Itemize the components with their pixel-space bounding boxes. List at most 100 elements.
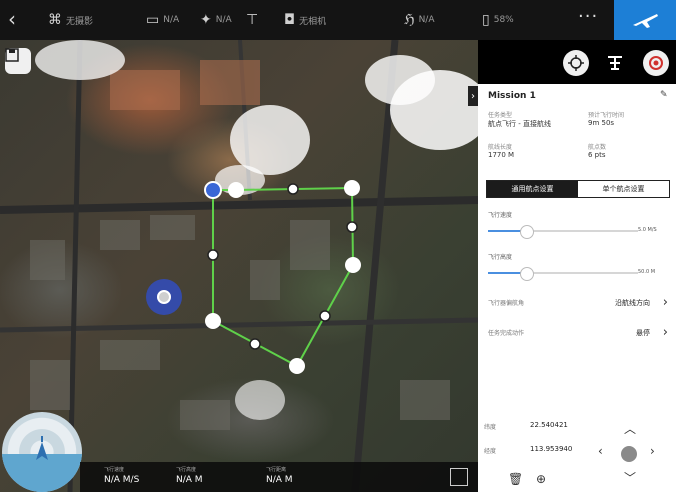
longitude-value: 113.953940 — [530, 445, 573, 453]
speed-value: 5.0 M/S — [638, 227, 657, 233]
phone-battery-status[interactable]: ▯ 58% — [482, 0, 514, 40]
mission-panel: › Mission 1 ✎ 任务类型 航点飞行 - 直接航线 预计飞行时间 9m… — [468, 84, 676, 492]
heading-label: 飞行器偏航角 — [488, 300, 525, 307]
remote-controller-status[interactable]: ⊤ — [246, 0, 258, 40]
camera-label: 无相机 — [299, 16, 327, 27]
route-midpoint — [319, 310, 331, 322]
signal-icon: ℌ — [404, 12, 415, 28]
route-midpoint — [207, 249, 219, 261]
satellite-label: N/A — [215, 15, 232, 25]
waypoint — [289, 358, 305, 374]
finish-action-row[interactable]: 任务完成动作 悬停 › — [488, 325, 670, 342]
telemetry-distance: 飞行距离 N/A M — [266, 466, 293, 485]
add-waypoint-icon[interactable]: ⊕ — [536, 472, 546, 486]
route-midpoint — [249, 338, 261, 350]
trash-icon[interactable]: 🗑 — [508, 472, 523, 486]
waypoint — [344, 180, 360, 196]
flight-mode-label: 无摄影 — [66, 16, 94, 27]
signal-status[interactable]: ℌ N/A — [404, 0, 434, 40]
latitude-label: 纬度 — [484, 424, 497, 431]
target-icon — [649, 56, 663, 70]
altitude-slider-knob[interactable] — [519, 267, 534, 281]
top-status-bar: ‹ ⌘ 无摄影 ▭ N/A ✦ N/A ⊤ ◘ 无相机 ℌ N/A ▯ 58% … — [0, 0, 676, 40]
airplane-icon — [633, 14, 658, 28]
task-type-label: 任务类型 — [488, 112, 513, 119]
waypoints-label: 航点数 — [588, 144, 607, 151]
nudge-up-button[interactable]: ︿ — [624, 420, 636, 437]
selected-waypoint — [204, 181, 222, 199]
remote-controller-icon: ⊤ — [246, 12, 259, 28]
waypoints-info: 航点数 6 pts — [588, 142, 606, 159]
task-type-value: 航点飞行 - 直接航线 — [488, 120, 551, 128]
satellite-icon: ✦ — [200, 12, 212, 28]
speed-telemetry-label: 飞行速度 — [104, 467, 125, 473]
nudge-right-button[interactable]: › — [650, 444, 655, 458]
flight-mode-status[interactable]: ⌘ 无摄影 — [48, 0, 93, 40]
speed-telemetry-value: N/A M/S — [104, 475, 140, 485]
crosshair-icon — [568, 55, 584, 71]
finish-action-value: 悬停 — [636, 329, 650, 337]
battery-status[interactable]: ▭ N/A — [146, 0, 179, 40]
dji-mission-planner: ‹ ⌘ 无摄影 ▭ N/A ✦ N/A ⊤ ◘ 无相机 ℌ N/A ▯ 58% … — [0, 0, 676, 492]
edit-pencil-icon[interactable]: ✎ — [660, 90, 668, 100]
clear-map-button[interactable] — [643, 50, 669, 76]
nudge-down-button[interactable]: ﹀ — [624, 469, 636, 486]
altitude-telemetry-value: N/A M — [176, 475, 203, 485]
route-midpoint — [287, 183, 299, 195]
more-button[interactable]: ··· — [578, 6, 598, 27]
nudge-center-button[interactable] — [621, 446, 637, 462]
drone-icon — [608, 56, 622, 70]
signal-label: N/A — [418, 15, 435, 25]
locate-aircraft-button[interactable] — [563, 50, 589, 76]
chevron-right-icon: › — [471, 90, 475, 102]
heading-value: 沿航线方向 — [615, 299, 650, 307]
collapse-panel-button[interactable]: › — [468, 86, 478, 106]
speed-slider-knob[interactable] — [519, 225, 534, 239]
phone-battery-icon: ▯ — [482, 12, 490, 28]
speed-label: 飞行速度 — [488, 212, 513, 219]
flight-time-value: 9m 50s — [588, 119, 615, 127]
waypoint-settings-tabs: 通用航点设置 单个航点设置 — [486, 180, 670, 198]
battery-label: N/A — [163, 15, 180, 25]
save-mission-button[interactable] — [5, 48, 31, 74]
longitude-label: 经度 — [484, 448, 497, 455]
waypoint — [228, 182, 244, 198]
distance-telemetry-label: 飞行距离 — [266, 467, 287, 473]
finish-action-label: 任务完成动作 — [488, 330, 525, 337]
waypoint — [345, 257, 361, 273]
latitude-value: 22.540421 — [530, 421, 568, 429]
altitude-value: 50.0 M — [638, 269, 656, 275]
route-length-label: 航线长度 — [488, 144, 513, 151]
waypoint — [205, 313, 221, 329]
camera-status[interactable]: ◘ 无相机 — [284, 0, 326, 40]
phone-battery-label: 58% — [493, 15, 514, 25]
satellite-status[interactable]: ✦ N/A — [200, 0, 232, 40]
waypoints-value: 6 pts — [588, 151, 606, 159]
floppy-disk-icon — [5, 48, 19, 62]
fpv-toggle-icon[interactable] — [450, 468, 468, 486]
telemetry-bar: 飞行速度 N/A M/S 飞行高度 N/A M 飞行距离 N/A M — [80, 462, 478, 492]
tab-general-waypoint[interactable]: 通用航点设置 — [487, 181, 578, 197]
home-point-icon — [157, 290, 171, 304]
telemetry-speed: 飞行速度 N/A M/S — [104, 466, 139, 485]
battery-icon: ▭ — [146, 12, 160, 28]
takeoff-button[interactable] — [614, 0, 676, 40]
chevron-right-icon: › — [662, 325, 668, 340]
speed-slider[interactable] — [488, 225, 638, 239]
chevron-right-icon: › — [662, 295, 668, 310]
route-length-value: 1770 M — [488, 151, 515, 159]
flight-time-label: 预计飞行时间 — [588, 112, 625, 119]
back-icon[interactable]: ‹ — [8, 8, 16, 30]
attitude-radar[interactable] — [2, 412, 82, 492]
altitude-slider[interactable] — [488, 267, 638, 281]
tab-single-waypoint[interactable]: 单个航点设置 — [578, 181, 669, 197]
altitude-label: 飞行高度 — [488, 254, 513, 261]
map-layer-button[interactable] — [603, 50, 627, 76]
telemetry-altitude: 飞行高度 N/A M — [176, 466, 203, 485]
task-type-info: 任务类型 航点飞行 - 直接航线 — [488, 110, 551, 129]
nudge-left-button[interactable]: ‹ — [598, 444, 603, 458]
camera-icon: ◘ — [284, 12, 296, 28]
route-midpoint — [346, 221, 358, 233]
heading-row[interactable]: 飞行器偏航角 沿航线方向 › — [488, 295, 670, 312]
flight-route-line — [212, 186, 355, 368]
